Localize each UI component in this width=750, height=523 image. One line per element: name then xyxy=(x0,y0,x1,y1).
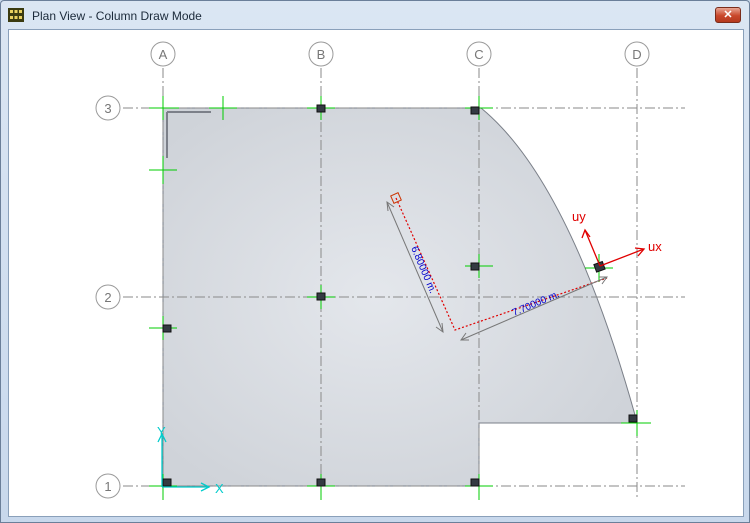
global-axis-y-label: Y xyxy=(157,424,166,439)
svg-text:2: 2 xyxy=(104,290,111,305)
plan-view-window: Plan View - Column Draw Mode ✕ A B C D 3… xyxy=(0,0,750,523)
close-icon: ✕ xyxy=(723,9,733,21)
grid-bubble-2[interactable]: 2 xyxy=(95,284,121,310)
local-axis-uy-label: uy xyxy=(572,209,586,224)
grid-bubble-B[interactable]: B xyxy=(308,41,334,67)
local-axis-arrows xyxy=(581,228,646,267)
close-button[interactable]: ✕ xyxy=(715,7,741,23)
grid-bubble-3[interactable]: 3 xyxy=(95,95,121,121)
svg-text:D: D xyxy=(632,47,641,62)
svg-text:3: 3 xyxy=(104,101,111,116)
grid-bubble-A[interactable]: A xyxy=(150,41,176,67)
grid-app-icon xyxy=(8,8,24,22)
grid-bubble-C[interactable]: C xyxy=(466,41,492,67)
window-title: Plan View - Column Draw Mode xyxy=(32,9,202,23)
svg-text:A: A xyxy=(159,47,168,62)
grid-bubble-D[interactable]: D xyxy=(624,41,650,67)
svg-text:1: 1 xyxy=(104,479,111,494)
plan-drawing[interactable]: A B C D 3 2 1 6.80000 m. 7.70000 m. uy u… xyxy=(9,30,743,516)
plan-canvas[interactable]: A B C D 3 2 1 6.80000 m. 7.70000 m. uy u… xyxy=(8,29,744,517)
global-axis-x-label: X xyxy=(215,481,224,496)
title-bar[interactable]: Plan View - Column Draw Mode ✕ xyxy=(1,1,749,29)
svg-text:B: B xyxy=(317,47,326,62)
local-axis-ux-label: ux xyxy=(648,239,662,254)
svg-text:C: C xyxy=(474,47,483,62)
grid-bubble-1[interactable]: 1 xyxy=(95,473,121,499)
